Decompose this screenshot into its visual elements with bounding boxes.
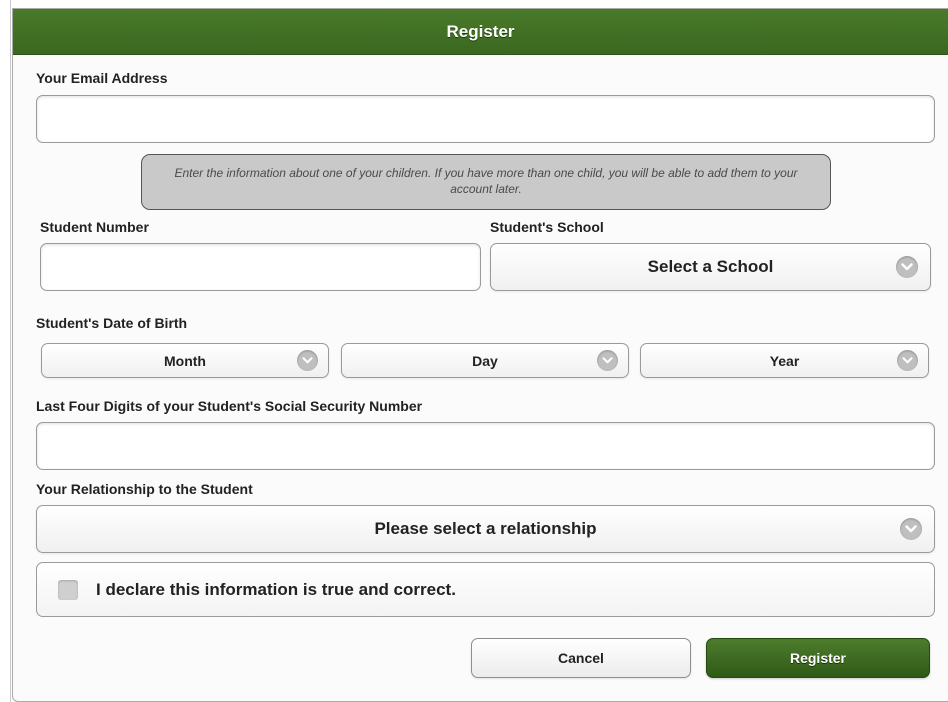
cancel-button[interactable]: Cancel <box>471 638 691 678</box>
school-select-value: Select a School <box>647 257 774 276</box>
declaration-label: I declare this information is true and c… <box>96 579 456 599</box>
dob-label: Student's Date of Birth <box>36 315 188 331</box>
declaration-row[interactable]: I declare this information is true and c… <box>36 562 935 617</box>
chevron-down-icon <box>297 350 318 371</box>
register-button[interactable]: Register <box>706 638 930 678</box>
school-label: Student's School <box>490 219 604 235</box>
declaration-checkbox[interactable] <box>58 579 78 600</box>
dialog-titlebar: Register <box>13 9 948 55</box>
relationship-label: Your Relationship to the Student <box>36 481 253 497</box>
dob-month-select[interactable]: Month <box>41 343 329 378</box>
email-field[interactable] <box>36 95 935 143</box>
dob-day-select[interactable]: Day <box>341 343 629 378</box>
page-edge-divider <box>10 0 11 702</box>
relationship-select[interactable]: Please select a relationship <box>36 505 935 553</box>
email-label: Your Email Address <box>36 70 168 86</box>
info-note: Enter the information about one of your … <box>141 154 831 210</box>
dialog-title: Register <box>446 21 515 41</box>
student-number-field[interactable] <box>40 243 481 291</box>
dob-year-select[interactable]: Year <box>640 343 929 378</box>
chevron-down-icon <box>900 518 922 540</box>
chevron-down-icon <box>897 350 918 371</box>
dob-year-value: Year <box>769 352 800 369</box>
chevron-down-icon <box>597 350 618 371</box>
chevron-down-icon <box>896 256 918 278</box>
school-select[interactable]: Select a School <box>490 243 931 291</box>
dob-day-value: Day <box>472 352 498 369</box>
ssn-label: Last Four Digits of your Student's Socia… <box>36 398 423 414</box>
ssn-field[interactable] <box>36 422 935 470</box>
relationship-select-value: Please select a relationship <box>374 519 597 538</box>
register-dialog: Register Your Email Address Enter the in… <box>12 8 948 702</box>
student-number-label: Student Number <box>40 219 149 235</box>
dob-month-value: Month <box>164 352 206 369</box>
